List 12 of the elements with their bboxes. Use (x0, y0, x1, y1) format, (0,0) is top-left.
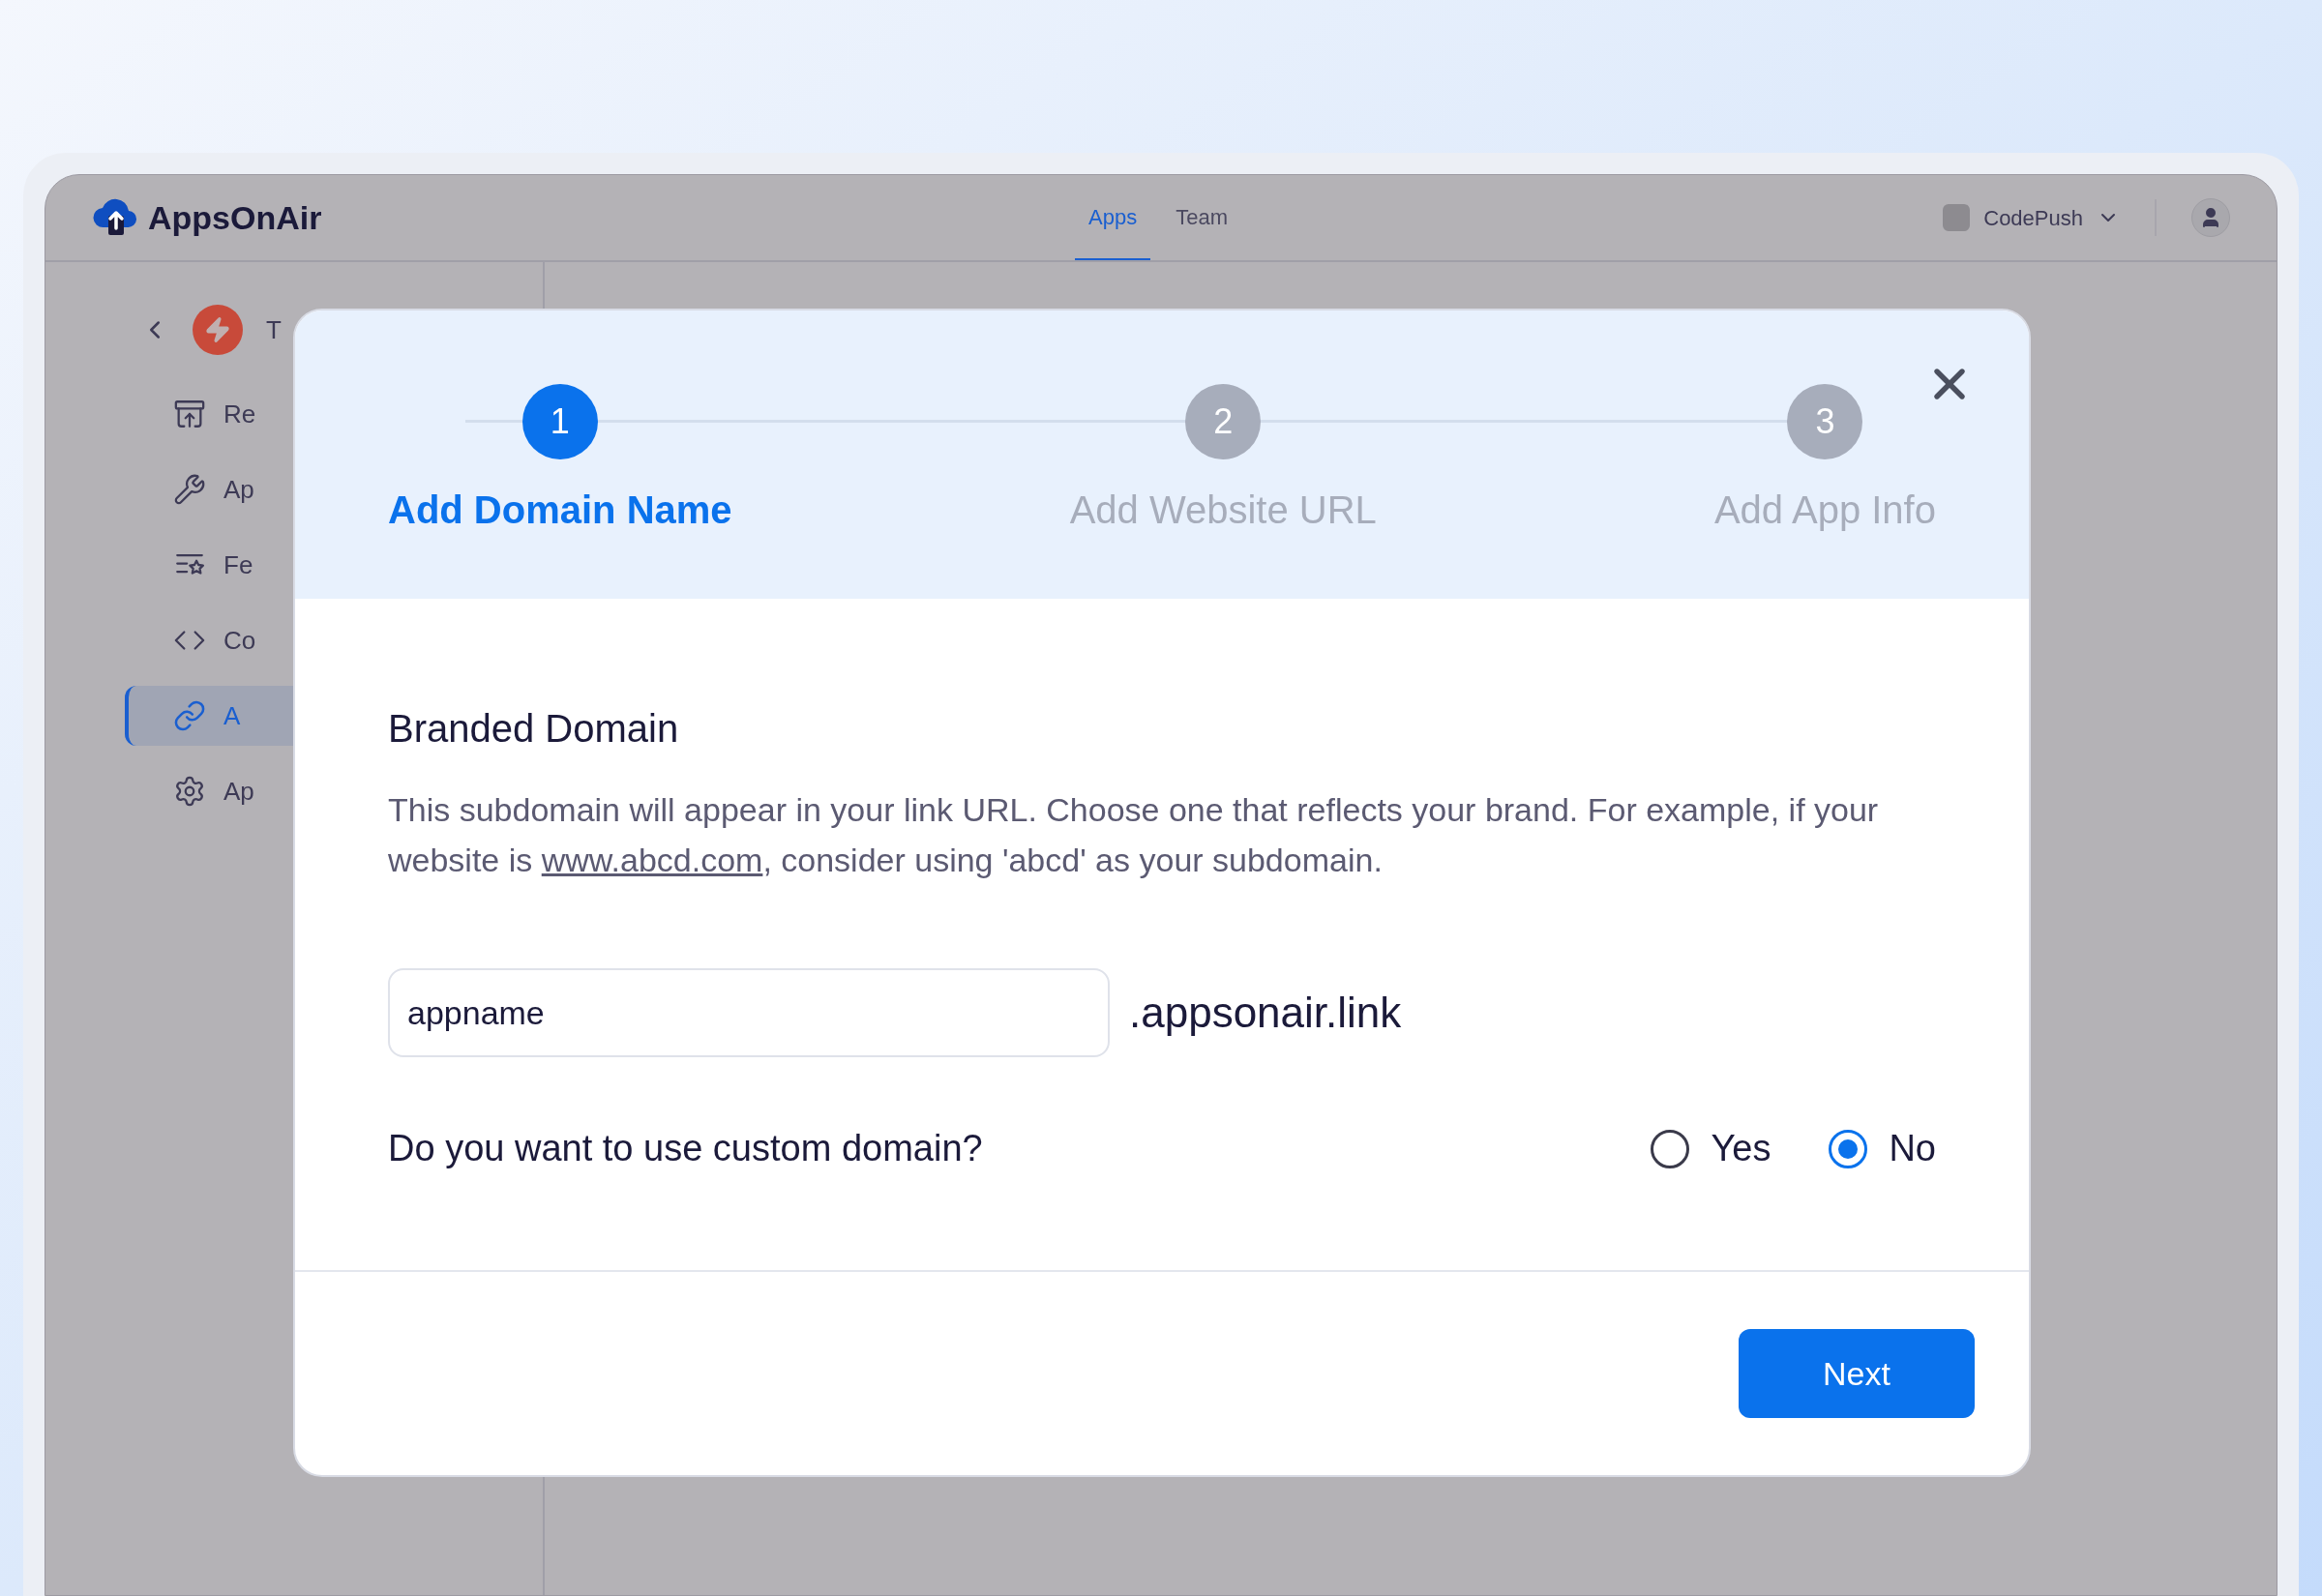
section-title: Branded Domain (388, 706, 680, 752)
app-logo-text: AppsOnAir (148, 197, 322, 238)
app-name: T (266, 313, 282, 346)
step-label: Add App Info (1713, 488, 1936, 533)
question-text: Do you want to use custom domain? (388, 1127, 984, 1170)
step-number: 3 (1787, 384, 1863, 459)
domain-suffix: .appsonair.link (1129, 988, 1402, 1038)
step-label: Add Website URL (1069, 488, 1377, 533)
step-label: Add Domain Name (388, 488, 732, 533)
step-number: 2 (1185, 384, 1262, 459)
description-text: This subdomain will appear in your link URL. Choose one that reflects your brand. For example, if your website is www.abcd.com, consider using 'abcd' as your subdomain. (388, 790, 1880, 880)
step-number: 1 (521, 384, 598, 459)
